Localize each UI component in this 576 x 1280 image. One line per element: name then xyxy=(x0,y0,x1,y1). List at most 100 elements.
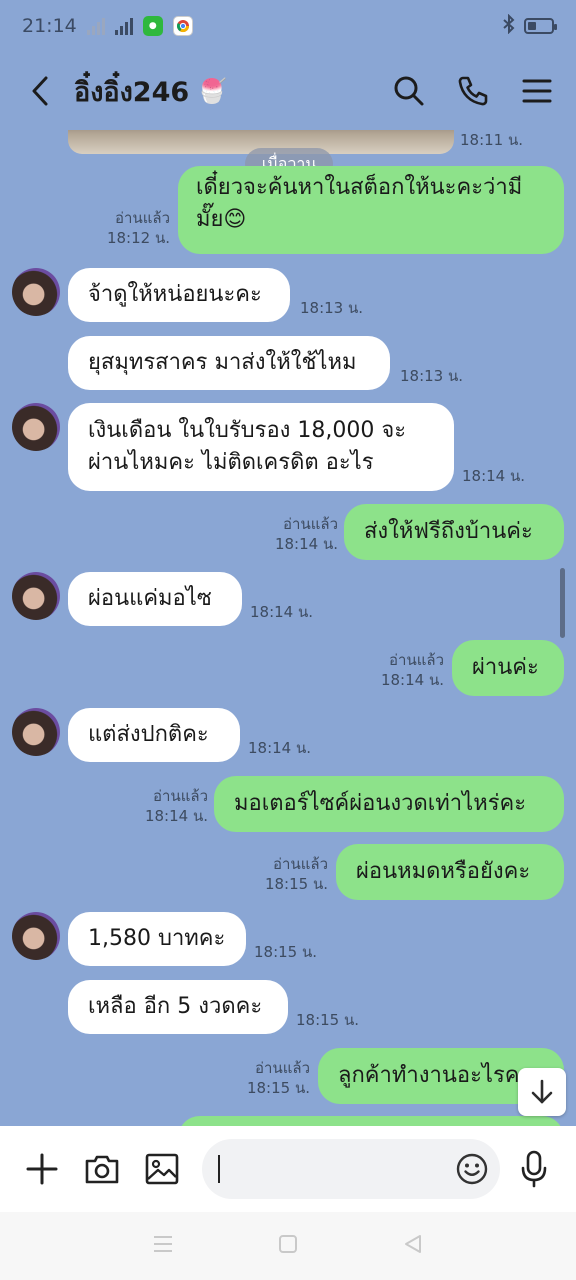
read-receipt: อ่านแล้ว xyxy=(273,855,328,873)
message-meta: อ่านแล้ว 18:15 น. xyxy=(240,1058,310,1098)
message-text: ลูกค้าทำงานอะไรคะ xyxy=(338,1063,532,1088)
chrome-icon xyxy=(172,16,193,36)
message-bubble-in[interactable]: แต่ส่งปกติคะ xyxy=(68,708,240,762)
call-button[interactable] xyxy=(452,70,494,112)
add-button[interactable] xyxy=(20,1147,64,1191)
camera-icon xyxy=(85,1155,119,1184)
message-time: 18:14 น. xyxy=(274,535,338,553)
read-receipt: อ่านแล้ว xyxy=(255,1059,310,1077)
signal-icon xyxy=(86,17,105,35)
contact-avatar[interactable] xyxy=(12,268,60,316)
read-receipt: อ่านแล้ว xyxy=(389,651,444,669)
message-time: 18:14 น. xyxy=(462,467,526,485)
system-nav-bar xyxy=(0,1212,576,1280)
message-text: เงินเดือน ในใบรับรอง 18,000 จะผ่านไหมคะ … xyxy=(88,418,407,475)
contact-avatar[interactable] xyxy=(12,912,60,960)
scroll-to-bottom-button[interactable] xyxy=(518,1068,566,1116)
message-input-bar xyxy=(0,1126,576,1212)
message-text: ผ่อนแค่มอไซ xyxy=(88,586,212,611)
contact-avatar[interactable] xyxy=(12,403,60,451)
message-time: 18:12 น. xyxy=(106,229,170,247)
chat-header: อิ๋งอิ๋ง246 🍧 xyxy=(0,52,576,130)
message-time: 18:13 น. xyxy=(400,367,464,385)
contact-emoji: 🍧 xyxy=(197,77,228,105)
message-bubble-in[interactable]: จ้าดูให้หน่อยนะคะ xyxy=(68,268,290,322)
menu-lines-icon xyxy=(153,1236,172,1252)
message-text: เหลือ อีก 5 งวดคะ xyxy=(88,994,263,1019)
message-meta: อ่านแล้ว 18:14 น. xyxy=(268,514,338,554)
back-button[interactable] xyxy=(18,68,64,114)
recent-apps-button[interactable] xyxy=(152,1234,174,1258)
message-bubble-in[interactable]: เหลือ อีก 5 งวดคะ xyxy=(68,980,288,1034)
message-time: 18:14 น. xyxy=(144,807,208,825)
camera-button[interactable] xyxy=(80,1147,124,1191)
message-text: ยุสมุทรสาคร มาส่งให้ใช้ไหม xyxy=(88,350,357,375)
line-app-icon: ● xyxy=(142,16,163,36)
message-bubble-in[interactable]: ผ่อนแค่มอไซ xyxy=(68,572,242,626)
message-text: ผ่อนหมดหรือยังคะ xyxy=(356,859,531,884)
message-input[interactable] xyxy=(202,1139,500,1199)
chat-area[interactable]: 18:11 น. เมื่อวาน เดี๋ยวจะค้นหาในสต็อกให… xyxy=(0,130,576,1126)
message-meta: อ่านแล้ว 18:15 น. xyxy=(258,854,328,894)
message-time: 18:15 น. xyxy=(264,875,328,893)
image-icon xyxy=(145,1153,179,1185)
message-bubble-out[interactable]: เดี๋ยวจะค้นหาในสต็อกให้นะคะว่ามีมั๊ย😊 xyxy=(178,166,564,254)
search-icon xyxy=(394,76,424,106)
back-nav-button[interactable] xyxy=(402,1233,424,1259)
text-cursor xyxy=(218,1155,220,1183)
message-meta: อ่านแล้ว 18:14 น. xyxy=(138,786,208,826)
message-bubble-in[interactable]: 1,580 บาทคะ xyxy=(68,912,246,966)
message-text: ผ่านค่ะ xyxy=(472,655,539,680)
triangle-back-icon xyxy=(405,1235,422,1253)
message-time: 18:11 น. xyxy=(460,131,524,149)
message-text: เดี๋ยวจะค้นหาในสต็อกให้นะคะว่ามีมั๊ย😊 xyxy=(196,175,523,232)
message-bubble-out[interactable] xyxy=(178,1116,564,1126)
message-time: 18:14 น. xyxy=(250,603,314,621)
message-text: จ้าดูให้หน่อยนะคะ xyxy=(88,282,262,307)
read-receipt: อ่านแล้ว xyxy=(283,515,338,533)
message-meta: อ่านแล้ว 18:14 น. xyxy=(374,650,444,690)
home-button[interactable] xyxy=(277,1233,299,1259)
gallery-button[interactable] xyxy=(140,1147,184,1191)
contact-name: อิ๋งอิ๋ง246 xyxy=(74,76,190,108)
message-text: 1,580 บาทคะ xyxy=(88,926,226,951)
emoji-button[interactable] xyxy=(456,1153,488,1189)
hamburger-icon xyxy=(522,79,552,103)
square-icon xyxy=(278,1235,297,1253)
message-bubble-out[interactable]: มอเตอร์ไซค์ผ่อนงวดเท่าไหร่คะ xyxy=(214,776,564,832)
message-bubble-in[interactable]: เงินเดือน ในใบรับรอง 18,000 จะผ่านไหมคะ … xyxy=(68,403,454,491)
phone-icon xyxy=(458,76,488,106)
signal-4g-icon xyxy=(114,17,133,35)
menu-button[interactable] xyxy=(516,70,558,112)
voice-button[interactable] xyxy=(512,1147,556,1191)
status-bar: 21:14 ● xyxy=(0,0,576,52)
message-time: 18:14 น. xyxy=(380,671,444,689)
arrow-down-icon xyxy=(531,1079,553,1104)
message-time: 18:15 น. xyxy=(246,1079,310,1097)
message-bubble-out[interactable]: ส่งให้ฟรีถึงบ้านค่ะ xyxy=(344,504,564,560)
plus-icon xyxy=(26,1153,58,1185)
message-bubble-out[interactable]: ผ่อนหมดหรือยังคะ xyxy=(336,844,564,900)
message-text: แต่ส่งปกติคะ xyxy=(88,722,209,747)
message-text-field[interactable] xyxy=(224,1157,444,1181)
message-time: 18:13 น. xyxy=(300,299,364,317)
message-text: มอเตอร์ไซค์ผ่อนงวดเท่าไหร่คะ xyxy=(234,791,527,816)
microphone-icon xyxy=(521,1150,547,1188)
bluetooth-icon xyxy=(502,13,516,39)
message-meta: อ่านแล้ว 18:12 น. xyxy=(100,208,170,248)
status-time: 21:14 xyxy=(22,15,77,37)
scrollbar[interactable] xyxy=(560,568,565,638)
message-time: 18:15 น. xyxy=(296,1011,360,1029)
contact-avatar[interactable] xyxy=(12,708,60,756)
message-bubble-out[interactable]: ผ่านค่ะ xyxy=(452,640,564,696)
contact-avatar[interactable] xyxy=(12,572,60,620)
message-text: ส่งให้ฟรีถึงบ้านค่ะ xyxy=(364,519,533,544)
smiley-icon xyxy=(456,1153,488,1185)
search-button[interactable] xyxy=(388,70,430,112)
message-bubble-in[interactable]: ยุสมุทรสาคร มาส่งให้ใช้ไหม xyxy=(68,336,390,390)
message-time: 18:15 น. xyxy=(254,943,318,961)
battery-icon xyxy=(524,18,557,34)
read-receipt: อ่านแล้ว xyxy=(153,787,208,805)
chat-title[interactable]: อิ๋งอิ๋ง246 🍧 xyxy=(74,70,227,113)
chevron-left-icon xyxy=(32,76,48,106)
